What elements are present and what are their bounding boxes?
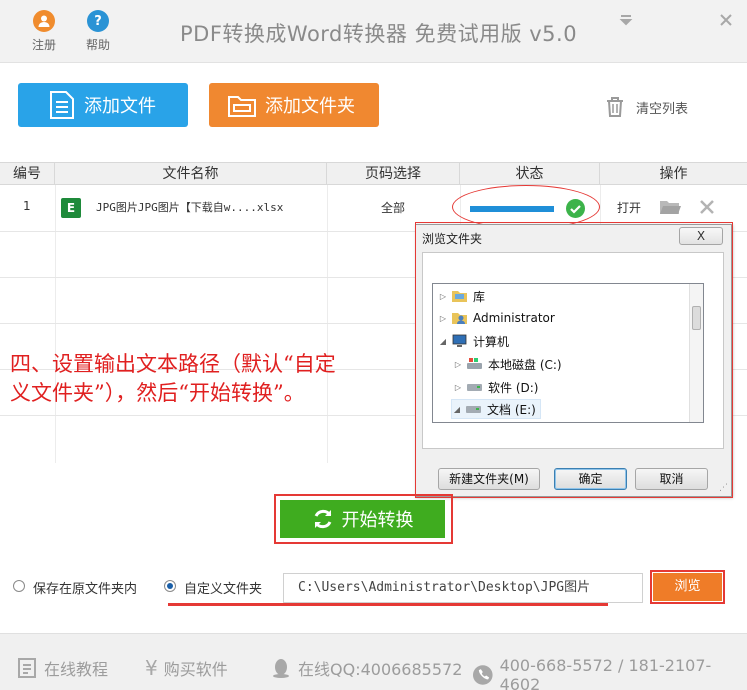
tree-item-computer[interactable]: ◢ 计算机	[438, 331, 509, 351]
tree-item-drive-e[interactable]: ◢ 文档 (E:)	[451, 399, 541, 419]
online-tutorial-link[interactable]: 在线教程	[16, 656, 108, 680]
column-header-status: 状态	[460, 163, 600, 185]
register-label: 注册	[31, 38, 56, 52]
collapse-arrow-icon[interactable]: ◢	[452, 405, 462, 414]
cancel-button[interactable]: 取消	[635, 468, 708, 490]
phone-contact: 400-668-5572 / 181-2107-4602	[472, 656, 747, 690]
add-folder-button[interactable]: 添加文件夹	[209, 83, 379, 127]
expand-arrow-icon[interactable]: ▷	[438, 314, 448, 323]
folder-icon	[228, 96, 256, 117]
expand-arrow-icon[interactable]: ▷	[453, 360, 463, 369]
browse-button[interactable]: 浏览	[653, 573, 722, 601]
buy-software-label: 购买软件	[163, 660, 228, 679]
column-divider	[55, 185, 56, 463]
user-icon	[33, 10, 55, 32]
add-file-button[interactable]: 添加文件	[18, 83, 188, 127]
title-bar: 注册 ? 帮助 PDF转换成Word转换器 免费试用版 v5.0	[0, 0, 747, 63]
document-icon	[50, 91, 74, 119]
footer-bar: 在线教程 ¥ 购买软件 在线QQ:4006685572 400-668-5572…	[0, 633, 747, 690]
keep-original-label[interactable]: 保存在原文件夹内	[33, 578, 137, 597]
phone-label: 400-668-5572 / 181-2107-4602	[499, 656, 712, 690]
user-folder-icon	[452, 313, 467, 324]
register-button[interactable]: 注册	[26, 10, 62, 53]
tree-item-drive-d[interactable]: ▷ 软件 (D:)	[453, 377, 539, 397]
buy-software-link[interactable]: ¥ 购买软件	[145, 656, 228, 680]
instruction-line-1: 四、设置输出文本路径（默认“自定	[10, 352, 336, 376]
library-icon	[452, 291, 467, 302]
add-file-label: 添加文件	[84, 96, 156, 117]
online-tutorial-label: 在线教程	[44, 660, 109, 679]
browse-folder-dialog: 浏览文件夹 X ▷ 库 ▷ Administrator ◢ 计算机 ▷ 本地磁盘…	[415, 224, 732, 497]
folder-tree[interactable]: ▷ 库 ▷ Administrator ◢ 计算机 ▷ 本地磁盘 (C:) ▷ …	[432, 283, 704, 423]
drive-icon	[466, 406, 481, 413]
custom-folder-radio[interactable]	[164, 580, 176, 592]
close-icon	[720, 14, 732, 26]
qq-icon	[273, 659, 289, 678]
tree-item-library[interactable]: ▷ 库	[438, 286, 485, 306]
new-folder-button[interactable]: 新建文件夹(M)	[438, 468, 540, 490]
tree-item-label: 文档 (E:)	[487, 402, 536, 417]
tree-item-label: 库	[473, 289, 486, 304]
file-name: JPG图片JPG图片【下载自w....xlsx	[96, 201, 284, 214]
minimize-icon	[619, 15, 633, 26]
online-qq-label: 在线QQ:4006685572	[298, 660, 463, 679]
instruction-annotation: 四、设置输出文本路径（默认“自定 义文件夹”），然后“开始转换”。	[10, 350, 410, 408]
trash-icon	[607, 97, 623, 117]
start-conversion-label: 开始转换	[341, 510, 414, 531]
ok-button[interactable]: 确定	[554, 468, 627, 490]
expand-arrow-icon[interactable]: ▷	[453, 383, 463, 392]
tree-item-label: Administrator	[473, 311, 555, 325]
column-header-actions: 操作	[659, 166, 688, 182]
app-title: PDF转换成Word转换器 免费试用版 v5.0	[180, 22, 578, 46]
table-header: 编号 文件名称 页码选择 状态 操作	[0, 163, 747, 185]
computer-icon	[452, 334, 467, 347]
collapse-arrow-icon[interactable]: ◢	[438, 337, 448, 346]
tree-item-label: 计算机	[473, 334, 510, 349]
clear-list-label: 清空列表	[636, 101, 689, 117]
phone-icon	[472, 665, 493, 685]
custom-folder-label[interactable]: 自定义文件夹	[184, 578, 262, 597]
drive-icon	[467, 384, 482, 391]
resize-grip-icon[interactable]: ⋰	[719, 483, 728, 493]
online-qq-link[interactable]: 在线QQ:4006685572	[270, 656, 462, 680]
add-folder-label: 添加文件夹	[265, 96, 355, 117]
tree-item-administrator[interactable]: ▷ Administrator	[438, 308, 555, 328]
open-file-link[interactable]: 打开	[617, 199, 641, 216]
help-button[interactable]: ? 帮助	[80, 10, 116, 53]
question-icon: ?	[87, 10, 109, 32]
folder-open-icon	[660, 201, 681, 214]
dialog-title: 浏览文件夹	[422, 232, 483, 246]
help-label: 帮助	[85, 38, 110, 52]
tree-item-label: 本地磁盘 (C:)	[488, 357, 562, 372]
scrollbar-thumb[interactable]	[692, 306, 701, 330]
remove-row-button[interactable]	[698, 198, 716, 220]
minimize-button[interactable]	[614, 12, 638, 33]
dialog-close-button[interactable]: X	[679, 227, 723, 245]
column-header-pages: 页码选择	[327, 163, 460, 185]
yen-icon: ¥	[145, 656, 158, 680]
tree-scrollbar[interactable]	[689, 284, 703, 422]
windows-drive-icon	[467, 358, 482, 369]
row-index: 1	[23, 199, 31, 213]
expand-arrow-icon[interactable]: ▷	[438, 292, 448, 301]
tree-item-label: 软件 (D:)	[488, 380, 539, 395]
refresh-icon	[314, 509, 331, 529]
start-conversion-button[interactable]: 开始转换	[280, 500, 445, 538]
status-highlight-ellipse	[452, 185, 600, 229]
excel-file-icon: E	[61, 198, 81, 218]
document-icon	[18, 658, 36, 678]
page-selection[interactable]: 全部	[381, 199, 405, 216]
column-divider	[327, 185, 328, 463]
close-window-button[interactable]	[714, 12, 738, 33]
column-header-filename: 文件名称	[55, 163, 327, 185]
instruction-line-2: 义文件夹”），然后“开始转换”。	[10, 381, 305, 405]
tree-item-drive-c[interactable]: ▷ 本地磁盘 (C:)	[453, 354, 562, 374]
output-path-field[interactable]: C:\Users\Administrator\Desktop\JPG图片	[283, 573, 643, 603]
output-path-underline	[168, 603, 608, 606]
keep-original-radio[interactable]	[13, 580, 25, 592]
column-header-index: 编号	[0, 163, 55, 185]
open-folder-button[interactable]	[659, 198, 681, 220]
clear-list-button[interactable]: 清空列表	[604, 96, 688, 118]
close-icon	[700, 200, 714, 214]
